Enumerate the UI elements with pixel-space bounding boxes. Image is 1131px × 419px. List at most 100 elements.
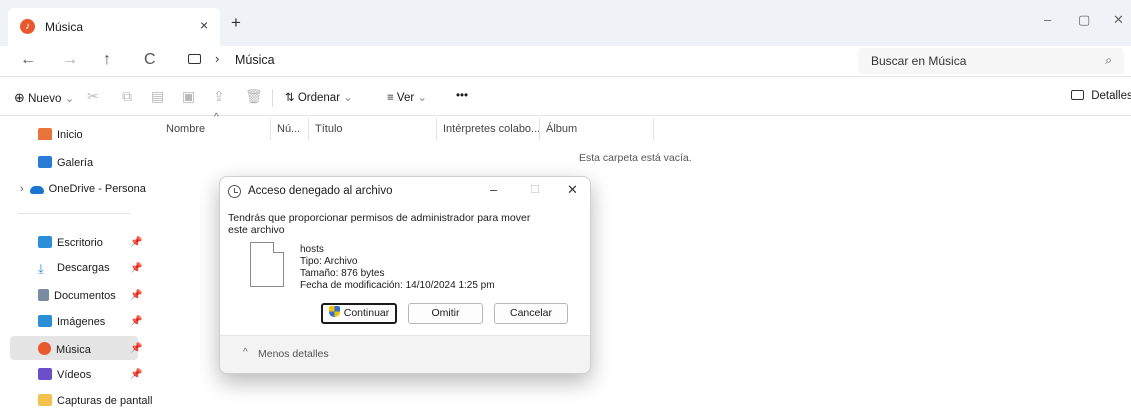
address-bar[interactable]: › Música: [182, 48, 854, 74]
file-size: Tamaño: 876 bytes: [300, 268, 385, 279]
column-divider[interactable]: [436, 118, 437, 140]
home-icon: [38, 128, 52, 140]
up-button[interactable]: ↑: [103, 51, 111, 69]
music-icon: [38, 342, 51, 355]
column-header-number[interactable]: Nú...: [277, 123, 300, 135]
chevron-up-icon: ^: [243, 347, 248, 358]
cut-icon[interactable]: ✂: [87, 88, 99, 105]
forward-button[interactable]: →: [62, 51, 78, 69]
cloud-icon: [29, 186, 44, 194]
pin-icon: 📌: [130, 316, 143, 327]
clock-icon: [228, 185, 241, 198]
dialog-message: Tendrás que proporcionar permisos de adm…: [228, 212, 531, 236]
sidebar-item-documentos[interactable]: Documentos 📌: [38, 289, 142, 309]
images-icon: [38, 315, 52, 327]
sidebar-item-galeria[interactable]: Galería: [38, 156, 93, 176]
download-icon: ⤓: [38, 261, 44, 276]
sidebar-item-label: Escritorio: [57, 237, 103, 249]
sidebar-divider: [18, 213, 130, 214]
new-button-label: Nuevo: [28, 93, 62, 105]
maximize-button[interactable]: ▢: [1078, 12, 1090, 28]
refresh-button[interactable]: C: [144, 51, 156, 69]
sidebar-item-descargas[interactable]: ⤓ Descargas 📌: [38, 261, 142, 282]
plus-circle-icon: ⊕: [14, 90, 25, 105]
new-button[interactable]: ⊕ Nuevo ⌄: [14, 90, 74, 106]
sidebar-item-escritorio[interactable]: Escritorio 📌: [38, 236, 142, 256]
details-button-label: Detalles: [1091, 90, 1131, 102]
empty-folder-message: Esta carpeta está vacía.: [579, 152, 692, 164]
column-divider[interactable]: [653, 118, 654, 140]
sidebar-item-label: Música: [56, 344, 91, 356]
sidebar-item-capturas[interactable]: Capturas de pantall: [38, 394, 152, 414]
sidebar-item-videos[interactable]: Vídeos 📌: [38, 368, 142, 388]
continue-button[interactable]: Continuar: [321, 303, 397, 324]
sidebar-item-imagenes[interactable]: Imágenes 📌: [38, 315, 142, 335]
tab-close-button[interactable]: ×: [200, 17, 208, 33]
details-pane-icon: [1071, 90, 1084, 100]
share-icon[interactable]: ⇪: [213, 88, 225, 105]
pin-icon: 📌: [130, 237, 143, 248]
close-window-button[interactable]: ✕: [1113, 12, 1124, 28]
sidebar-item-label: Capturas de pantall: [57, 395, 153, 407]
back-button[interactable]: ←: [20, 51, 36, 69]
uac-shield-icon: [328, 306, 340, 317]
sidebar-item-label: Galería: [57, 157, 94, 169]
cancel-button[interactable]: Cancelar: [494, 303, 568, 324]
sidebar-item-label: Descargas: [57, 262, 110, 274]
dialog-footer: ^ Menos detalles: [220, 335, 590, 373]
dialog-minimize-button[interactable]: –: [490, 182, 497, 197]
search-input[interactable]: Buscar en Música ⌕: [858, 48, 1124, 74]
rename-icon[interactable]: ▣: [182, 88, 195, 105]
documents-icon: [38, 289, 49, 301]
pin-icon: 📌: [130, 290, 143, 301]
file-modified-date: Fecha de modificación: 14/10/2024 1:25 p…: [300, 280, 495, 291]
tab-title: Música: [45, 20, 84, 34]
search-placeholder: Buscar en Música: [871, 54, 967, 68]
search-icon: ⌕: [1105, 53, 1112, 67]
less-details-toggle[interactable]: Menos detalles: [258, 348, 329, 360]
column-header-artists[interactable]: Intérpretes colabo...: [443, 123, 540, 135]
column-divider[interactable]: [539, 118, 540, 140]
sort-button[interactable]: ⇅ Ordenar ⌄: [285, 90, 353, 104]
paste-icon[interactable]: ▤: [151, 88, 164, 105]
pc-icon: [188, 54, 201, 64]
address-bar-row: ← → ↑ C › Música Buscar en Música ⌕: [0, 46, 1131, 76]
details-button[interactable]: Detalles: [1071, 90, 1131, 102]
breadcrumb-musica[interactable]: Música: [235, 53, 275, 67]
file-icon: [250, 242, 284, 287]
view-button[interactable]: ≡ Ver ⌄: [387, 90, 427, 104]
sidebar-item-inicio[interactable]: Inicio: [38, 128, 83, 148]
copy-icon[interactable]: ⧉: [122, 88, 132, 105]
column-header-title[interactable]: Título: [315, 123, 343, 135]
more-options-button[interactable]: •••: [456, 90, 468, 102]
dialog-title: Acceso denegado al archivo: [248, 185, 393, 197]
column-header-name[interactable]: Nombre: [166, 123, 205, 135]
dialog-close-button[interactable]: ✕: [567, 182, 578, 198]
videos-icon: [38, 368, 52, 380]
delete-icon[interactable]: 🗑: [245, 88, 263, 105]
toolbar-divider: [272, 89, 273, 107]
sidebar-item-label: Inicio: [57, 129, 83, 141]
pin-icon: 📌: [130, 369, 143, 380]
chevron-down-icon: ⌄: [343, 92, 353, 104]
music-app-icon: ♪: [20, 19, 35, 34]
dialog-maximize-button: ☐: [530, 184, 540, 196]
column-divider[interactable]: [308, 118, 309, 140]
new-tab-button[interactable]: +: [231, 13, 241, 33]
skip-button[interactable]: Omitir: [408, 303, 483, 324]
divider: [0, 76, 1131, 77]
sidebar-item-onedrive[interactable]: › OneDrive - Persona: [20, 183, 146, 203]
file-type: Tipo: Archivo: [300, 256, 358, 267]
file-name: hosts: [300, 244, 324, 255]
sort-icon: ⇅: [285, 92, 295, 104]
sidebar-item-label: Documentos: [54, 290, 116, 302]
column-header-album[interactable]: Álbum: [546, 123, 577, 135]
sort-indicator-icon: ^: [214, 112, 219, 123]
column-divider[interactable]: [270, 118, 271, 140]
sidebar-item-musica[interactable]: Música 📌: [38, 342, 142, 362]
minimize-button[interactable]: –: [1044, 12, 1051, 27]
tab-musica[interactable]: ♪ Música ×: [8, 8, 220, 46]
chevron-down-icon: ⌄: [417, 92, 428, 104]
sort-button-label: Ordenar: [297, 92, 341, 104]
chevron-right-icon: ›: [20, 183, 24, 195]
